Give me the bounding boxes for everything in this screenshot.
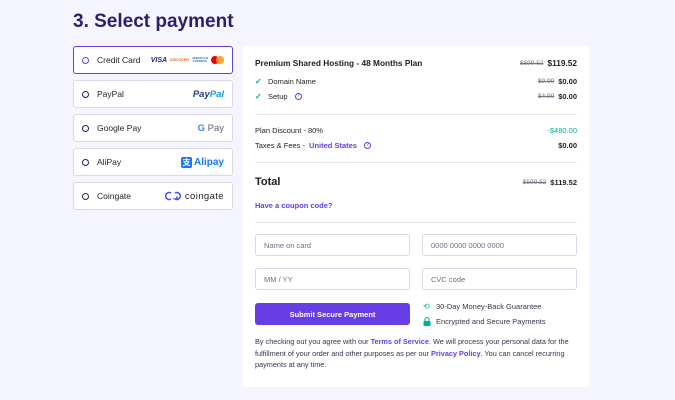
coingate-logo-text: coingate xyxy=(184,190,224,202)
card-number-input[interactable] xyxy=(422,234,577,256)
setup-row: ✓ Setup? $4.99 $0.00 xyxy=(255,92,577,101)
cvc-input[interactable] xyxy=(422,268,577,290)
domain-price: $0.00 xyxy=(558,77,577,86)
legal-text: By checking out you agree with our xyxy=(255,337,371,346)
expiry-input[interactable] xyxy=(255,268,410,290)
legal-notice: By checking out you agree with our Terms… xyxy=(255,336,577,371)
domain-row: ✓ Domain Name $9.99 $0.00 xyxy=(255,77,577,86)
setup-label: Setup xyxy=(268,92,288,101)
total-price: $119.52 xyxy=(550,177,577,187)
paypal-logo-icon: PayPal xyxy=(193,89,224,100)
refresh-icon: ⟲ xyxy=(423,301,430,311)
divider xyxy=(255,114,577,115)
payment-method-label: Google Pay xyxy=(97,123,142,133)
taxes-label: Taxes & Fees - xyxy=(255,141,306,150)
payment-method-label: Credit Card xyxy=(97,55,141,65)
total-old-price: $599.52 xyxy=(522,178,547,186)
page-title: 3. Select payment xyxy=(73,11,234,32)
payment-method-alipay[interactable]: AliPay 支 Alipay xyxy=(73,148,233,176)
payment-methods-list: Credit Card VISA DISCOVER AMERICAN EXPRES… xyxy=(73,46,233,216)
plan-name: Premium Shared Hosting - 48 Months Plan xyxy=(255,58,423,68)
card-brand-logos: VISA DISCOVER AMERICAN EXPRESS xyxy=(151,56,224,64)
money-back-guarantee: ⟲ 30-Day Money-Back Guarantee xyxy=(423,302,541,311)
radio-button[interactable] xyxy=(82,124,89,132)
radio-button[interactable] xyxy=(82,192,89,200)
name-on-card-input[interactable] xyxy=(255,234,410,256)
terms-of-service-link[interactable]: Terms of Service xyxy=(371,337,429,346)
submit-payment-button[interactable]: Submit Secure Payment xyxy=(255,303,410,325)
setup-old-price: $4.99 xyxy=(537,93,555,100)
check-icon: ✓ xyxy=(255,92,262,101)
payment-method-label: Coingate xyxy=(97,191,132,201)
domain-label: Domain Name xyxy=(268,77,316,86)
taxes-value: $0.00 xyxy=(558,141,577,150)
google-g-logo: G xyxy=(197,122,205,134)
paypal-logo-pal: Pal xyxy=(209,88,224,100)
alipay-logo-text: Alipay xyxy=(193,156,224,168)
divider xyxy=(255,162,577,163)
domain-old-price: $9.99 xyxy=(537,78,555,85)
mastercard-logo-icon xyxy=(211,56,224,64)
google-pay-logo-icon: G Pay xyxy=(198,123,224,134)
check-icon: ✓ xyxy=(255,77,262,86)
info-icon[interactable]: ? xyxy=(363,142,371,149)
payment-method-label: PayPal xyxy=(97,89,124,99)
total-row: Total $599.52 $119.52 xyxy=(255,176,577,188)
total-label: Total xyxy=(255,176,281,188)
discover-logo-icon: DISCOVER xyxy=(170,58,189,62)
radio-button[interactable] xyxy=(82,90,89,98)
money-back-text: 30-Day Money-Back Guarantee xyxy=(436,302,542,311)
amex-logo-icon: AMERICAN EXPRESS xyxy=(192,56,208,64)
payment-method-coingate[interactable]: Coingate coingate xyxy=(73,182,233,210)
alipay-logo-icon: 支 Alipay xyxy=(180,156,224,168)
payment-method-label: AliPay xyxy=(97,157,122,167)
secure-payments: Encrypted and Secure Payments xyxy=(423,317,546,326)
discount-label: Plan Discount - 80% xyxy=(255,126,323,135)
visa-logo-icon: VISA xyxy=(150,56,168,64)
payment-method-google-pay[interactable]: Google Pay G Pay xyxy=(73,114,233,142)
alipay-mark-icon: 支 xyxy=(180,156,192,168)
coupon-row: Have a coupon code? xyxy=(255,201,577,210)
coupon-link[interactable]: Have a coupon code? xyxy=(255,201,333,210)
paypal-logo-pay: Pay xyxy=(192,88,210,100)
taxes-row: Taxes & Fees - United States? $0.00 xyxy=(255,141,577,150)
divider xyxy=(255,222,577,223)
payment-method-credit-card[interactable]: Credit Card VISA DISCOVER AMERICAN EXPRES… xyxy=(73,46,233,74)
plan-row: Premium Shared Hosting - 48 Months Plan … xyxy=(255,58,577,68)
coingate-mark-icon xyxy=(164,191,181,201)
plan-price: $119.52 xyxy=(547,58,577,68)
order-summary-card: Premium Shared Hosting - 48 Months Plan … xyxy=(243,46,589,387)
google-pay-text: Pay xyxy=(207,122,224,134)
secure-text: Encrypted and Secure Payments xyxy=(436,317,546,326)
lock-icon xyxy=(423,317,431,326)
amex-line: EXPRESS xyxy=(192,59,207,63)
coingate-logo-icon: coingate xyxy=(164,191,224,202)
discount-value: -$480.00 xyxy=(547,126,577,135)
payment-method-paypal[interactable]: PayPal PayPal xyxy=(73,80,233,108)
plan-old-price: $599.52 xyxy=(519,59,544,67)
discount-row: Plan Discount - 80% -$480.00 xyxy=(255,126,577,135)
info-icon[interactable]: ? xyxy=(294,93,302,100)
radio-button[interactable] xyxy=(82,56,89,64)
privacy-policy-link[interactable]: Privacy Policy xyxy=(431,349,481,358)
taxes-country-link[interactable]: United States xyxy=(309,141,357,150)
radio-button[interactable] xyxy=(82,158,89,166)
setup-price: $0.00 xyxy=(558,92,577,101)
